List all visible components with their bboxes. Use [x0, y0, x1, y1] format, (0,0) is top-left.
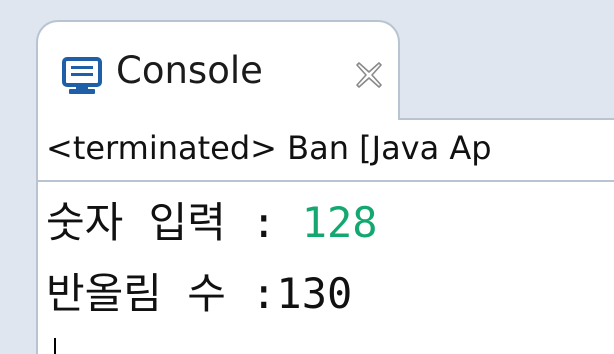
console-monitor-icon [62, 56, 102, 96]
user-input-value: 128 [301, 198, 378, 247]
console-output[interactable]: 숫자 입력 : 128 반올림 수 :130 [46, 188, 612, 354]
close-x-icon[interactable] [354, 60, 384, 90]
input-prompt: 숫자 입력 : [46, 198, 302, 247]
tab-title: Console [116, 49, 263, 92]
console-panel: <terminated> Ban [Java Ap 숫자 입력 : 128 반올… [36, 120, 614, 354]
text-cursor [54, 338, 56, 354]
console-view: Console <terminated> Ban [Java Ap 숫자 입력 … [0, 0, 614, 354]
process-status-text: <terminated> Ban [Java Ap [46, 129, 492, 167]
process-status-bar: <terminated> Ban [Java Ap [38, 120, 614, 182]
console-line-input: 숫자 입력 : 128 [46, 202, 378, 244]
tab-console[interactable]: Console [36, 20, 400, 120]
console-line-result: 반올림 수 :130 [46, 269, 353, 318]
